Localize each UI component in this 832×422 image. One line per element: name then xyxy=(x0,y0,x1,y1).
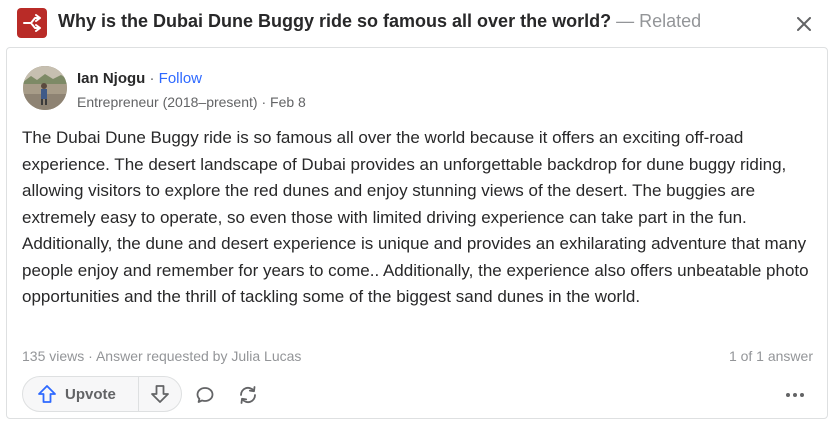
downvote-arrow-icon xyxy=(151,385,169,403)
author-name[interactable]: Ian Njogu xyxy=(77,70,145,87)
answer-date[interactable]: Feb 8 xyxy=(270,94,306,110)
downvote-button[interactable] xyxy=(139,377,181,411)
credential-dot: · xyxy=(261,94,267,110)
answer-text: The Dubai Dune Buggy ride is so famous a… xyxy=(22,128,809,306)
related-question-icon xyxy=(17,8,47,38)
question-title[interactable]: Why is the Dubai Dune Buggy ride so famo… xyxy=(58,11,611,31)
vote-group: Upvote xyxy=(22,376,182,412)
answer-requested-by[interactable]: Answer requested by Julia Lucas xyxy=(96,348,301,364)
author-credential[interactable]: Entrepreneur (2018–present) xyxy=(77,94,258,110)
close-button[interactable] xyxy=(792,12,816,36)
upvote-button[interactable]: Upvote xyxy=(23,377,139,411)
answer-stats: 135 views · Answer requested by Julia Lu… xyxy=(22,348,301,364)
close-icon xyxy=(797,17,811,31)
related-question-header: Why is the Dubai Dune Buggy ride so famo… xyxy=(0,0,832,46)
related-label: Related xyxy=(639,11,702,31)
meta-dot: · xyxy=(88,348,93,364)
question-separator: — xyxy=(616,11,635,31)
answer-count: 1 of 1 answer xyxy=(728,348,813,364)
question-line: Why is the Dubai Dune Buggy ride so famo… xyxy=(58,11,701,32)
author-row: Ian Njogu · Follow xyxy=(77,70,202,87)
author-credential-row: Entrepreneur (2018–present) · Feb 8 xyxy=(77,94,306,110)
upvote-label: Upvote xyxy=(65,385,116,403)
answer-card: Ian Njogu · Follow Entrepreneur (2018–pr… xyxy=(6,47,828,419)
more-options-button[interactable] xyxy=(781,381,809,409)
author-dot: · xyxy=(149,70,155,87)
share-button[interactable] xyxy=(234,381,262,409)
follow-button[interactable]: Follow xyxy=(159,70,202,87)
upvote-arrow-icon xyxy=(38,385,56,403)
reshare-icon xyxy=(240,386,256,404)
view-count[interactable]: 135 views xyxy=(22,348,84,364)
comment-button[interactable] xyxy=(191,381,219,409)
avatar[interactable] xyxy=(23,66,67,110)
comment-icon xyxy=(196,387,214,403)
more-dots-icon xyxy=(786,393,804,397)
